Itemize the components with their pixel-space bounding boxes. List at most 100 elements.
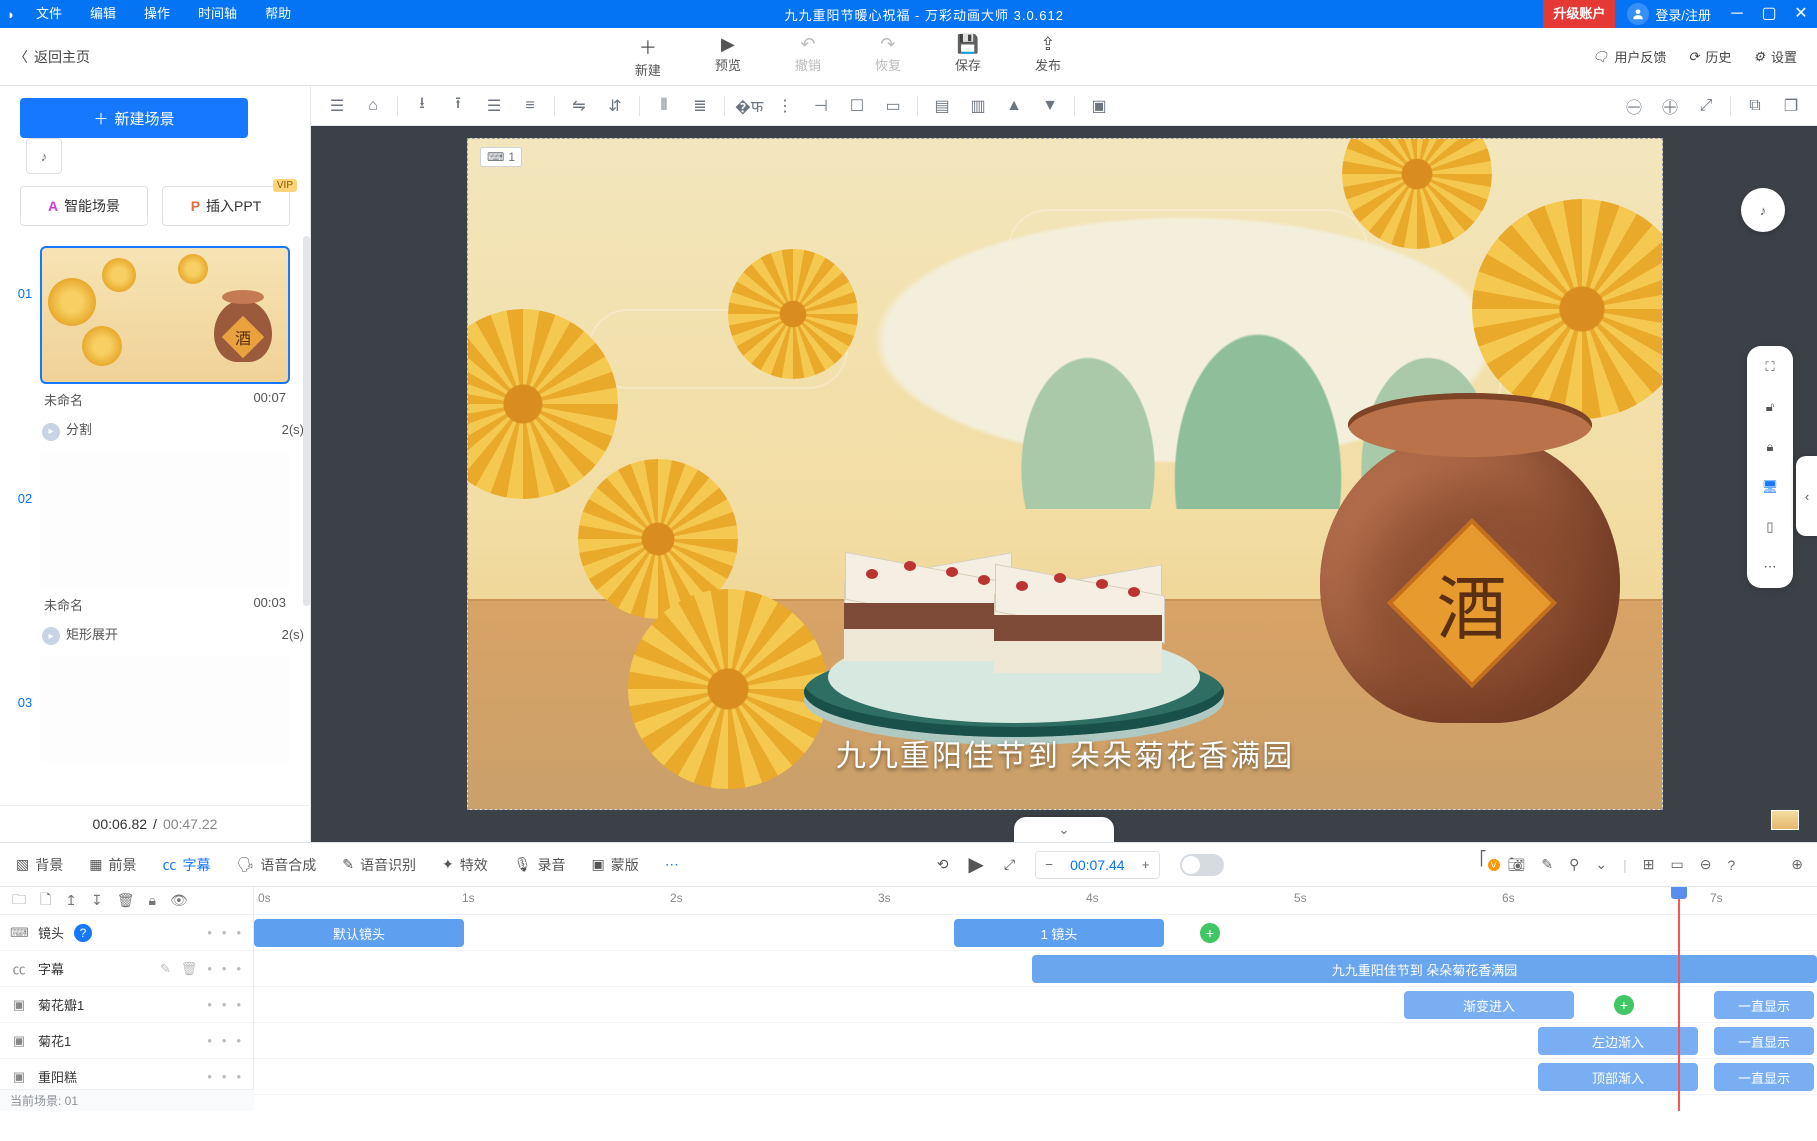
track-dot[interactable]: • xyxy=(236,997,241,1012)
menu-help[interactable]: 帮助 xyxy=(251,0,305,28)
tab-foreground[interactable]: ▦前景 xyxy=(87,851,138,879)
expand-button[interactable]: ⤢ xyxy=(1004,856,1015,873)
group-icon[interactable]: ▣ xyxy=(1083,91,1115,121)
tab-asr[interactable]: ✎语音识别 xyxy=(340,851,418,879)
scene-thumbnail[interactable]: 酒 xyxy=(40,246,290,384)
align-vgap-icon[interactable]: ≡ xyxy=(514,91,546,121)
feedback-button[interactable]: 🗨用户反馈 xyxy=(1592,47,1667,66)
move-up-icon[interactable]: ↥ xyxy=(65,892,77,909)
adjust-icon[interactable]: ⚲ xyxy=(1569,856,1579,873)
track-dot[interactable]: • xyxy=(207,1033,212,1048)
clip-fadein[interactable]: 渐变进入 xyxy=(1404,991,1574,1019)
track-body[interactable]: 0s 1s 2s 3s 4s 5s 6s 7s 默认镜头 1 镜头 + 九九重阳… xyxy=(254,887,1817,1111)
preview-button[interactable]: ▶预览 xyxy=(715,34,741,79)
order-front-icon[interactable]: ▤ xyxy=(926,91,958,121)
keyframe-in-icon[interactable]: ⎡V xyxy=(1480,850,1492,879)
align-vcenter-icon[interactable]: ☰ xyxy=(478,91,510,121)
align-left-icon[interactable]: �फ xyxy=(733,91,765,121)
tab-fx[interactable]: ✦特效 xyxy=(440,851,490,879)
time-dec-button[interactable]: − xyxy=(1036,852,1062,878)
clip-always[interactable]: 一直显示 xyxy=(1714,1027,1814,1055)
settings-button[interactable]: ⚙设置 xyxy=(1753,47,1797,66)
edit-icon[interactable]: ✎ xyxy=(160,961,171,977)
lane-item-2[interactable]: 左边渐入 一直显示 xyxy=(254,1023,1817,1059)
scene-item-01[interactable]: 01 酒 未命名 00:07 xyxy=(0,242,310,417)
insert-frame-icon[interactable]: ▭ xyxy=(1671,856,1684,873)
track-dot[interactable]: • xyxy=(236,925,241,940)
track-dot[interactable]: • xyxy=(207,1069,212,1084)
lane-camera[interactable]: 默认镜头 1 镜头 + xyxy=(254,915,1817,951)
desktop-icon[interactable]: 🖥︎ xyxy=(1756,476,1784,498)
lock-open-icon[interactable]: 🔓︎ xyxy=(1756,396,1784,418)
track-dot[interactable]: • xyxy=(222,961,227,977)
home-icon[interactable]: ⌂ xyxy=(357,91,389,121)
menu-file[interactable]: 文件 xyxy=(22,0,76,28)
align-top-icon[interactable]: ⭱ xyxy=(442,91,474,121)
paste-icon[interactable]: ❐ xyxy=(1775,91,1807,121)
add-keyframe-button[interactable]: + xyxy=(1614,995,1634,1015)
fullscreen-icon[interactable]: ⛶ xyxy=(1756,356,1784,378)
dist-v-icon[interactable]: ≣ xyxy=(684,91,716,121)
right-drawer-toggle[interactable]: ‹ xyxy=(1796,456,1817,536)
move-down-icon[interactable]: ↧ xyxy=(91,892,103,909)
mobile-icon[interactable]: ▯ xyxy=(1756,516,1784,538)
track-dot[interactable]: • xyxy=(222,997,227,1012)
playhead[interactable] xyxy=(1678,887,1680,1111)
clip-default-camera[interactable]: 默认镜头 xyxy=(254,919,464,947)
order-back-icon[interactable]: ▥ xyxy=(962,91,994,121)
save-button[interactable]: 💾保存 xyxy=(955,34,981,79)
tab-more[interactable]: ⋯ xyxy=(663,852,681,877)
camera-tool-icon[interactable]: 📷︎ xyxy=(1508,856,1526,873)
track-dot[interactable]: • xyxy=(222,1033,227,1048)
time-inc-button[interactable]: + xyxy=(1133,852,1159,878)
clip-topin[interactable]: 顶部渐入 xyxy=(1538,1063,1698,1091)
order-down-icon[interactable]: ▼ xyxy=(1034,91,1066,121)
scene-mini-thumb[interactable] xyxy=(1771,810,1799,830)
scene-thumbnail[interactable] xyxy=(40,451,290,589)
dist-h-icon[interactable]: ⫴ xyxy=(648,91,680,121)
publish-button[interactable]: ⇪发布 xyxy=(1035,34,1061,79)
timeline-collapse-toggle[interactable]: ⌄ xyxy=(1014,817,1114,842)
track-dot[interactable]: • xyxy=(222,925,227,940)
track-dot[interactable]: • xyxy=(207,925,212,940)
zoom-in-icon[interactable]: ＋⃝ xyxy=(1654,91,1686,121)
flip-h-icon[interactable]: ⇋ xyxy=(563,91,595,121)
track-dot[interactable]: • xyxy=(236,1069,241,1084)
track-row-camera[interactable]: ⌨ 镜头 ? ••• xyxy=(0,915,253,951)
copy-icon[interactable]: ⧉ xyxy=(1739,91,1771,121)
tab-subtitle[interactable]: ㏄字幕 xyxy=(160,851,212,879)
upgrade-account-button[interactable]: 升级账户 xyxy=(1543,0,1615,28)
add-folder-icon[interactable]: 🗀 xyxy=(12,889,26,913)
tab-record[interactable]: 🎙︎录音 xyxy=(512,851,568,879)
window-minimize-button[interactable]: ─ xyxy=(1721,0,1753,28)
edit-tool-icon[interactable]: ✎ xyxy=(1541,856,1553,873)
more-icon[interactable]: ⋯ xyxy=(1756,556,1784,578)
lock-icon[interactable]: 🔒︎ xyxy=(1756,436,1784,458)
remove-icon[interactable]: ⊖ xyxy=(1700,856,1712,873)
clip-subtitle[interactable]: 九九重阳佳节到 朵朵菊花香满园 xyxy=(1032,955,1817,983)
order-up-icon[interactable]: ▲ xyxy=(998,91,1030,121)
scene-item-03[interactable]: 03 未命名 00:04 xyxy=(0,651,310,769)
scene-list-scrollbar[interactable] xyxy=(303,236,310,606)
menu-timeline[interactable]: 时间轴 xyxy=(184,0,251,28)
lane-item-3[interactable]: 顶部渐入 一直显示 xyxy=(254,1059,1817,1095)
delete-icon[interactable]: 🗑︎ xyxy=(117,892,135,909)
align-hcenter-icon[interactable]: ⋮ xyxy=(769,91,801,121)
new-button[interactable]: ＋新建 xyxy=(635,34,661,79)
add-scene-button[interactable]: ＋ 新建场景 xyxy=(20,98,248,138)
autoplay-toggle[interactable] xyxy=(1180,854,1224,876)
flip-v-icon[interactable]: ⇵ xyxy=(599,91,631,121)
align3-icon[interactable]: ▭ xyxy=(877,91,909,121)
help-icon[interactable]: ? xyxy=(1727,857,1735,873)
canvas-audio-button[interactable]: ♪ xyxy=(1741,188,1785,232)
tab-mask[interactable]: ▣蒙版 xyxy=(590,851,641,879)
login-register-link[interactable]: 登录/注册 xyxy=(1655,5,1721,24)
scene-thumbnail[interactable] xyxy=(40,655,290,763)
clip-always[interactable]: 一直显示 xyxy=(1714,991,1814,1019)
clip-leftin[interactable]: 左边渐入 xyxy=(1538,1027,1698,1055)
track-dot[interactable]: • xyxy=(222,1069,227,1084)
insert-ppt-button[interactable]: P 插入PPT VIP xyxy=(162,186,290,226)
window-close-button[interactable]: ✕ xyxy=(1785,0,1817,28)
align-right-icon[interactable]: ⊣ xyxy=(805,91,837,121)
canvas-stage[interactable]: 酒 ⌨ 1 九九重阳佳节到 朵朵菊花香满园 xyxy=(467,138,1663,810)
